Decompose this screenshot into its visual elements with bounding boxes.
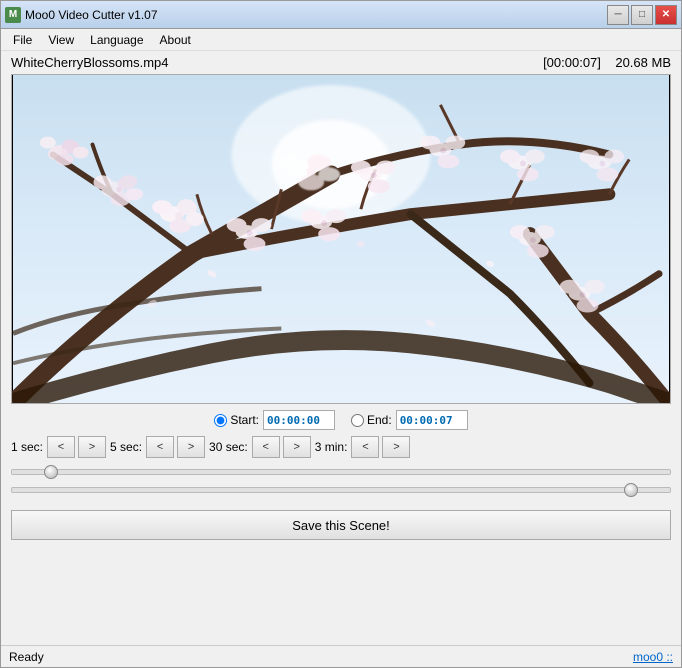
menu-view[interactable]: View (40, 31, 82, 49)
info-bar: WhiteCherryBlossoms.mp4 [00:00:07] 20.68… (1, 51, 681, 74)
maximize-button[interactable]: □ (631, 5, 653, 25)
menu-language[interactable]: Language (82, 31, 151, 49)
seek-3min-label: 3 min: (315, 440, 348, 454)
start-time-group: Start: (214, 410, 335, 430)
start-radio-label[interactable]: Start: (214, 413, 259, 427)
file-info: [00:00:07] 20.68 MB (543, 55, 671, 70)
seek-30sec-fwd-button[interactable]: > (283, 436, 311, 458)
end-time-group: End: (351, 410, 468, 430)
timecode: [00:00:07] (543, 55, 601, 70)
window-controls: ─ □ ✕ (607, 5, 677, 25)
menu-bar: File View Language About (1, 29, 681, 51)
seek-1sec-group: < > (47, 436, 106, 458)
close-button[interactable]: ✕ (655, 5, 677, 25)
seek-5sec-back-button[interactable]: < (146, 436, 174, 458)
title-bar: M Moo0 Video Cutter v1.07 ─ □ ✕ (1, 1, 681, 29)
seek-1sec-label: 1 sec: (11, 440, 43, 454)
seek-1sec-fwd-button[interactable]: > (78, 436, 106, 458)
start-label: Start: (230, 413, 259, 427)
save-button[interactable]: Save this Scene! (11, 510, 671, 540)
menu-file[interactable]: File (5, 31, 40, 49)
video-preview (11, 74, 671, 404)
start-position-slider[interactable] (11, 469, 671, 475)
status-link[interactable]: moo0 :: (633, 650, 673, 664)
seek-5sec-label: 5 sec: (110, 440, 142, 454)
minimize-button[interactable]: ─ (607, 5, 629, 25)
filesize: 20.68 MB (615, 55, 671, 70)
end-time-input[interactable] (396, 410, 468, 430)
seek-3min-group: < > (351, 436, 410, 458)
app-icon: M (5, 7, 21, 23)
seek-buttons-row: 1 sec: < > 5 sec: < > 30 sec: < > 3 min:… (11, 436, 671, 458)
menu-about[interactable]: About (152, 31, 199, 49)
main-window: M Moo0 Video Cutter v1.07 ─ □ ✕ File Vie… (0, 0, 682, 668)
controls-area: Start: End: 1 sec: < > 5 sec: < (1, 404, 681, 504)
seek-1sec-back-button[interactable]: < (47, 436, 75, 458)
seek-5sec-fwd-button[interactable]: > (177, 436, 205, 458)
end-radio[interactable] (351, 414, 364, 427)
status-bar: Ready moo0 :: (1, 645, 681, 667)
filename: WhiteCherryBlossoms.mp4 (11, 55, 169, 70)
start-time-input[interactable] (263, 410, 335, 430)
end-label: End: (367, 413, 392, 427)
start-slider-row (11, 464, 671, 478)
seek-30sec-back-button[interactable]: < (252, 436, 280, 458)
window-title: Moo0 Video Cutter v1.07 (25, 8, 607, 22)
end-slider-row (11, 482, 671, 496)
seek-30sec-label: 30 sec: (209, 440, 248, 454)
end-radio-label[interactable]: End: (351, 413, 392, 427)
seek-30sec-group: < > (252, 436, 311, 458)
end-position-slider[interactable] (11, 487, 671, 493)
start-radio[interactable] (214, 414, 227, 427)
seek-3min-back-button[interactable]: < (351, 436, 379, 458)
save-button-row: Save this Scene! (1, 504, 681, 546)
time-controls-row: Start: End: (11, 410, 671, 430)
seek-3min-fwd-button[interactable]: > (382, 436, 410, 458)
status-text: Ready (9, 650, 44, 664)
seek-5sec-group: < > (146, 436, 205, 458)
